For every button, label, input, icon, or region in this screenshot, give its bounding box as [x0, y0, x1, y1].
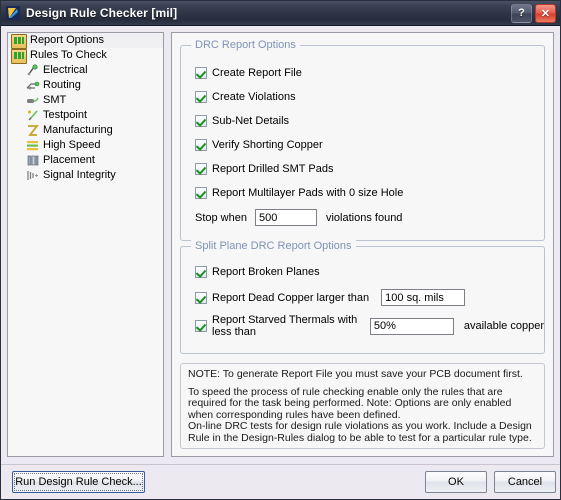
tree-item-smt[interactable]: SMT: [8, 93, 163, 108]
close-button[interactable]: ✕: [535, 3, 556, 23]
navigation-tree[interactable]: Report Options Rules To Check Electrical: [7, 32, 164, 457]
testpoint-icon: [26, 109, 40, 122]
stop-when-label: Stop when: [195, 211, 247, 224]
checkbox-report-multilayer-pads[interactable]: Report Multilayer Pads with 0 size Hole: [195, 186, 403, 200]
footer-bar: Run Design Rule Check... OK Cancel: [1, 464, 560, 499]
checkbox-icon[interactable]: [195, 67, 207, 79]
checkbox-create-report-file[interactable]: Create Report File: [195, 66, 302, 80]
electrical-icon: [26, 64, 40, 77]
drc-report-options-group: DRC Report Options Create Report File Cr…: [180, 39, 545, 241]
stop-when-row: Stop when violations found: [195, 209, 402, 226]
starved-thermals-input[interactable]: [369, 317, 454, 335]
tree-item-label: Signal Integrity: [43, 169, 116, 181]
checkbox-label: Report Broken Planes: [212, 266, 320, 278]
checkbox-icon[interactable]: [195, 291, 207, 304]
note-line-1: NOTE: To generate Report File you must s…: [188, 368, 523, 380]
tree-item-label: Electrical: [43, 64, 88, 76]
options-panel: DRC Report Options Create Report File Cr…: [171, 32, 554, 457]
tree-item-report-options[interactable]: Report Options: [8, 33, 163, 49]
checkbox-icon[interactable]: [195, 163, 207, 175]
cancel-button[interactable]: Cancel: [494, 471, 556, 493]
tree-item-rules-to-check[interactable]: Rules To Check: [8, 48, 163, 64]
folder-icon: [11, 33, 27, 49]
title-bar-buttons: ? ✕: [511, 3, 556, 23]
high-speed-icon: [26, 139, 40, 152]
run-design-rule-check-button[interactable]: Run Design Rule Check...: [12, 471, 145, 493]
checkbox-icon[interactable]: [195, 187, 207, 199]
checkbox-sub-net-details[interactable]: Sub-Net Details: [195, 114, 289, 128]
run-button-label: Run Design Rule Check...: [15, 476, 142, 488]
note-line-2: To speed the process of rule checking en…: [188, 385, 512, 421]
checkbox-label: Create Report File: [212, 67, 302, 79]
checkbox-report-broken-planes[interactable]: Report Broken Planes: [195, 265, 320, 279]
tree-item-routing[interactable]: Routing: [8, 78, 163, 93]
tree-item-manufacturing[interactable]: Manufacturing: [8, 123, 163, 138]
starved-thermals-suffix: available copper: [463, 320, 544, 332]
starved-thermals-row: Report Starved Thermals with less than a…: [195, 314, 544, 338]
checkbox-verify-shorting-copper[interactable]: Verify Shorting Copper: [195, 138, 323, 152]
tree-item-high-speed[interactable]: High Speed: [8, 138, 163, 153]
checkbox-icon[interactable]: [195, 139, 207, 151]
note-box: NOTE: To generate Report File you must s…: [180, 363, 545, 449]
checkbox-label: Report Multilayer Pads with 0 size Hole: [212, 187, 404, 199]
checkbox-icon[interactable]: [195, 115, 207, 127]
tree-item-label: Report Options: [30, 34, 104, 46]
stop-when-input[interactable]: [254, 209, 317, 226]
manufacturing-icon: [26, 124, 40, 137]
cancel-button-label: Cancel: [507, 476, 543, 488]
checkbox-label: Create Violations: [212, 91, 296, 103]
routing-icon: [26, 79, 40, 92]
tree-item-label: High Speed: [43, 139, 101, 151]
checkbox-label: Report Dead Copper larger than: [212, 291, 370, 304]
stop-when-suffix: violations found: [325, 211, 403, 224]
window-title: Design Rule Checker [mil]: [26, 6, 178, 20]
dialog-body: Report Options Rules To Check Electrical: [1, 26, 560, 499]
tree-item-label: Routing: [43, 79, 81, 91]
signal-integrity-icon: [26, 169, 40, 182]
tree-item-label: SMT: [43, 94, 67, 106]
checkbox-label: Verify Shorting Copper: [212, 139, 323, 151]
split-plane-options-title: Split Plane DRC Report Options: [191, 240, 356, 252]
dead-copper-input[interactable]: [381, 289, 466, 306]
tree-item-electrical[interactable]: Electrical: [8, 63, 163, 78]
title-bar[interactable]: Design Rule Checker [mil] ? ✕: [1, 1, 560, 26]
tree-item-label: Rules To Check: [30, 49, 107, 61]
checkbox-icon[interactable]: [195, 320, 207, 332]
altium-logo-icon: [5, 5, 21, 21]
checkbox-label: Sub-Net Details: [212, 115, 290, 127]
placement-icon: [26, 154, 40, 167]
checkbox-label: Report Starved Thermals with less than: [212, 314, 358, 338]
tree-item-signal-integrity[interactable]: Signal Integrity: [8, 168, 163, 183]
checkbox-label: Report Drilled SMT Pads: [212, 163, 334, 175]
drc-report-options-title: DRC Report Options: [191, 39, 300, 51]
checkbox-create-violations[interactable]: Create Violations: [195, 90, 296, 104]
ok-button[interactable]: OK: [425, 471, 487, 493]
tree-item-placement[interactable]: Placement: [8, 153, 163, 168]
design-rule-checker-dialog: Design Rule Checker [mil] ? ✕ Report Opt…: [0, 0, 561, 500]
checkbox-icon[interactable]: [195, 91, 207, 103]
tree-item-label: Manufacturing: [43, 124, 113, 136]
checkbox-icon[interactable]: [195, 266, 207, 278]
tree-item-label: Placement: [43, 154, 95, 166]
checkbox-report-drilled-smt-pads[interactable]: Report Drilled SMT Pads: [195, 162, 333, 176]
ok-button-label: OK: [448, 476, 464, 488]
note-line-3: On-line DRC tests for design rule violat…: [188, 420, 532, 444]
tree-item-label: Testpoint: [43, 109, 88, 121]
help-button[interactable]: ?: [511, 3, 532, 23]
folder-icon: [11, 48, 27, 64]
smt-icon: [26, 94, 40, 107]
split-plane-options-group: Split Plane DRC Report Options Report Br…: [180, 240, 545, 354]
tree-item-testpoint[interactable]: Testpoint: [8, 108, 163, 123]
dead-copper-row: Report Dead Copper larger than: [195, 289, 466, 306]
